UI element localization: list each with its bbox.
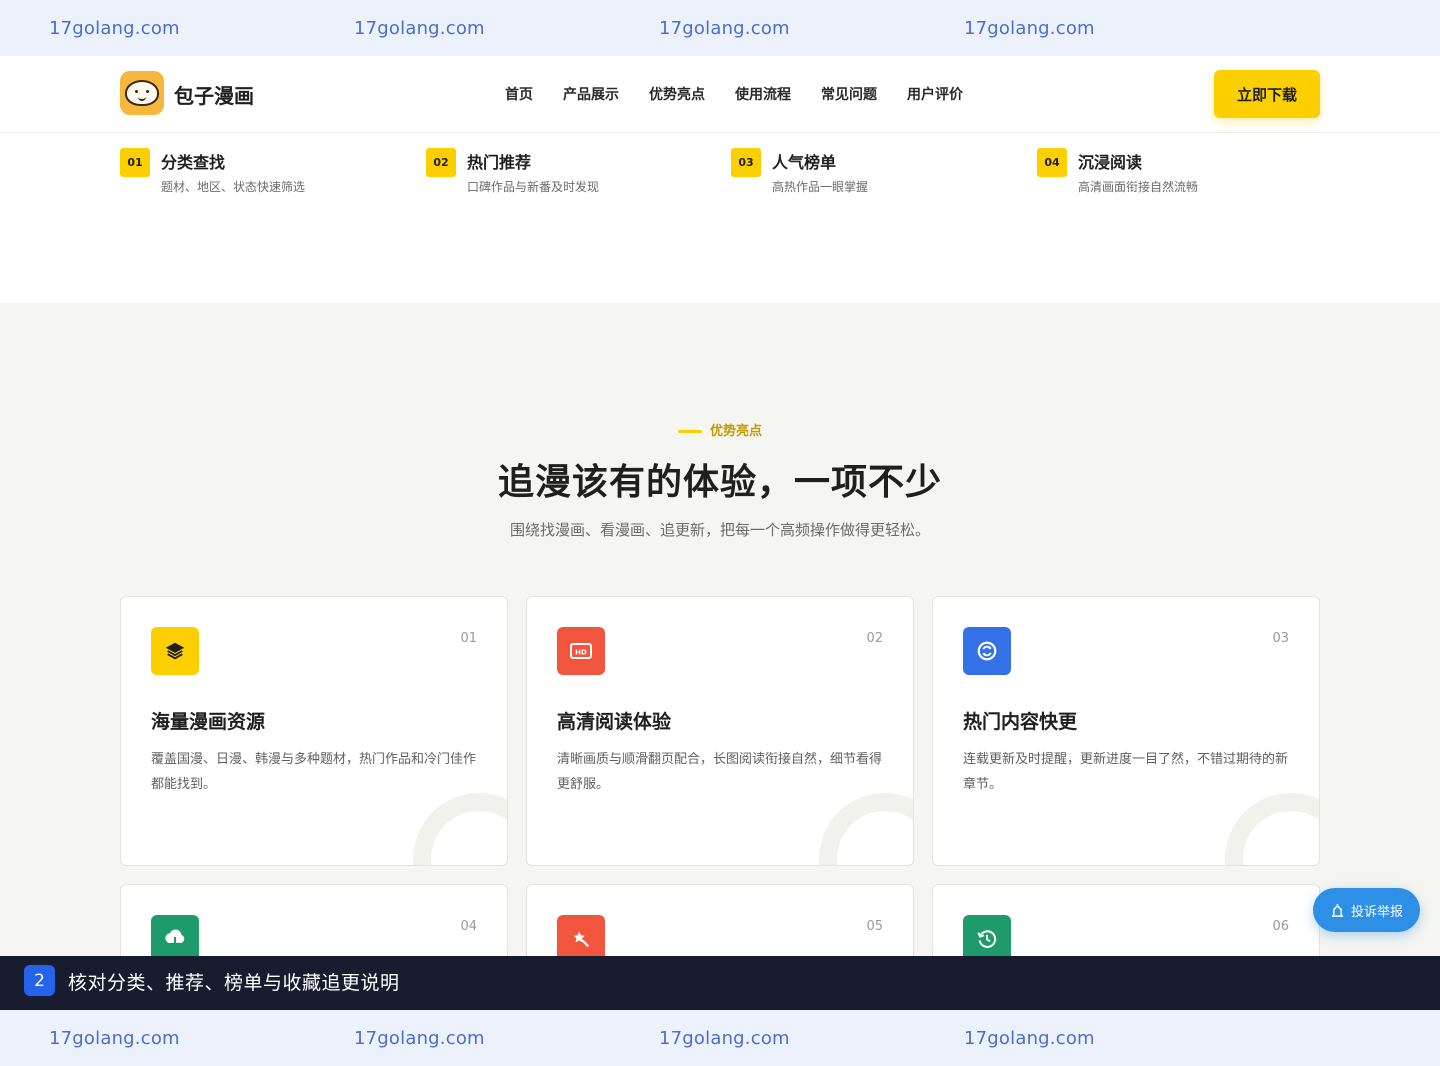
feature-description: 题材、地区、状态快速筛选 (161, 180, 306, 194)
nav-products[interactable]: 产品展示 (563, 84, 619, 104)
report-button-label: 投诉举报 (1350, 904, 1403, 920)
nav-home[interactable]: 首页 (505, 84, 533, 104)
feature-number: 02 (426, 148, 456, 177)
watermark-text: 17golang.com (659, 17, 790, 39)
section-title: 追漫该有的体验，一项不少 (497, 462, 942, 503)
highlight-card: HD 02 高清阅读体验 清晰画质与顺滑翻页配合，长图阅读衔接自然，细节看得更舒… (526, 596, 914, 866)
card-description: 清晰画质与顺滑翻页配合，长图阅读衔接自然，细节看得更舒服。 (557, 752, 883, 792)
watermark-bar-top: 17golang.com 17golang.com 17golang.com 1… (0, 0, 1440, 56)
section-eyebrow: 优势亮点 (0, 420, 1440, 439)
watermark-text: 17golang.com (354, 17, 485, 39)
watermark-bar-bottom: 17golang.com 17golang.com 17golang.com 1… (0, 1010, 1440, 1066)
card-number: 03 (1272, 631, 1289, 646)
feature-number: 03 (731, 148, 761, 177)
step-badge: 2 (24, 965, 55, 996)
card-description: 覆盖国漫、日漫、韩漫与多种题材，热门作品和冷门佳作都能找到。 (151, 752, 477, 792)
highlights-section: 优势亮点 追漫该有的体验，一项不少 围绕找漫画、看漫画、追更新，把每一个高频操作… (0, 303, 1440, 1004)
nav-usage-flow[interactable]: 使用流程 (735, 84, 791, 104)
card-number: 06 (1272, 919, 1289, 934)
report-button[interactable]: 投诉举报 (1313, 888, 1420, 932)
watermark-text: 17golang.com (964, 1027, 1095, 1049)
feature-title: 热门推荐 (467, 153, 532, 172)
watermark-text: 17golang.com (49, 17, 180, 39)
feature-description: 高清画面衔接自然流畅 (1078, 180, 1199, 194)
section-subtitle: 围绕找漫画、看漫画、追更新，把每一个高频操作做得更轻松。 (509, 521, 930, 539)
watermark-text: 17golang.com (964, 17, 1095, 39)
main-nav: 首页 产品展示 优势亮点 使用流程 常见问题 用户评价 (505, 84, 993, 104)
nav-highlights[interactable]: 优势亮点 (649, 84, 705, 104)
download-button[interactable]: 立即下载 (1214, 70, 1320, 118)
caption-bar: 2 核对分类、推荐、榜单与收藏追更说明 (0, 956, 1440, 1010)
logo-icon[interactable] (120, 71, 164, 115)
feature-number: 04 (1037, 148, 1067, 177)
nav-faq[interactable]: 常见问题 (821, 84, 877, 104)
card-title: 热门内容快更 (963, 711, 1078, 733)
feature-title: 人气榜单 (772, 153, 837, 172)
report-icon (1331, 903, 1344, 917)
feature-strip: 01 分类查找 题材、地区、状态快速筛选 02 热门推荐 口碑作品与新番及时发现… (0, 133, 1440, 303)
hd-icon: HD (557, 627, 605, 675)
card-number: 02 (866, 631, 883, 646)
decorative-ring (413, 793, 507, 865)
feature-title: 沉浸阅读 (1078, 153, 1143, 172)
nav-reviews[interactable]: 用户评价 (907, 84, 963, 104)
svg-text:HD: HD (575, 649, 587, 657)
card-title: 高清阅读体验 (557, 711, 672, 733)
site-header: 包子漫画 首页 产品展示 优势亮点 使用流程 常见问题 用户评价 立即下载 (0, 56, 1440, 133)
watermark-text: 17golang.com (354, 1027, 485, 1049)
decorative-ring (1225, 793, 1319, 865)
eyebrow-line (677, 430, 702, 433)
feature-description: 高热作品一眼掌握 (772, 180, 869, 194)
layers-icon (151, 627, 199, 675)
watermark-text: 17golang.com (659, 1027, 790, 1049)
card-number: 01 (460, 631, 477, 646)
highlight-card: 03 热门内容快更 连载更新及时提醒，更新进度一目了然，不错过期待的新章节。 (932, 596, 1320, 866)
card-number: 05 (866, 919, 883, 934)
refresh-icon (963, 627, 1011, 675)
feature-title: 分类查找 (161, 153, 226, 172)
bun-mascot-icon (125, 80, 159, 106)
card-title: 海量漫画资源 (151, 711, 266, 733)
eyebrow-text: 优势亮点 (709, 424, 762, 439)
card-description: 连载更新及时提醒，更新进度一目了然，不错过期待的新章节。 (963, 752, 1289, 792)
brand-name[interactable]: 包子漫画 (174, 80, 254, 109)
feature-description: 口碑作品与新番及时发现 (467, 180, 600, 194)
decorative-ring (819, 793, 913, 865)
watermark-text: 17golang.com (49, 1027, 180, 1049)
caption-text: 核对分类、推荐、榜单与收藏追更说明 (68, 972, 400, 994)
highlight-card: 01 海量漫画资源 覆盖国漫、日漫、韩漫与多种题材，热门作品和冷门佳作都能找到。 (120, 596, 508, 866)
feature-number: 01 (120, 148, 150, 177)
card-number: 04 (460, 919, 477, 934)
